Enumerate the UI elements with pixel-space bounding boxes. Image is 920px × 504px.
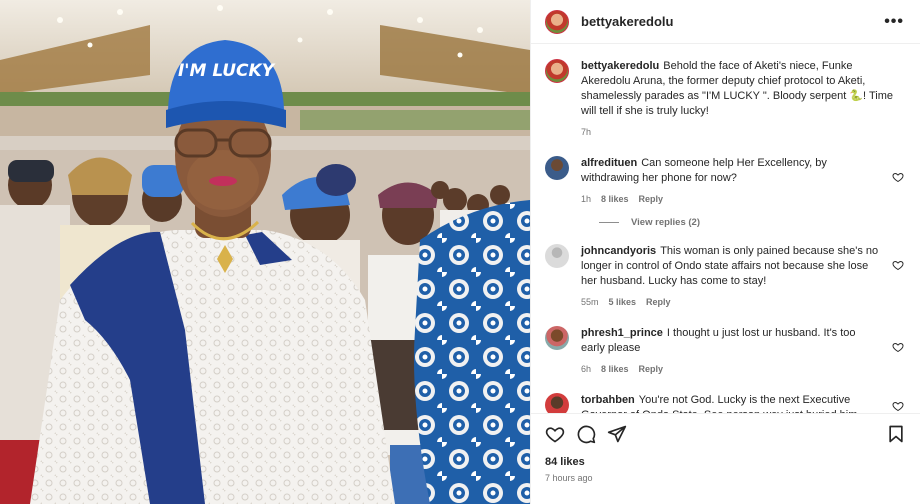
comments-list[interactable]: bettyakeredolu Behold the face of Aketi's… bbox=[531, 45, 920, 413]
post-photo-illustration: I'M LUCKY bbox=[0, 0, 530, 504]
comment-time: 55m bbox=[581, 297, 599, 307]
comment-like-heart-icon[interactable] bbox=[892, 399, 904, 412]
comment-item: torbahben You're not God. Lucky is the ne… bbox=[545, 393, 904, 413]
comment-icon[interactable] bbox=[576, 424, 596, 444]
bookmark-icon[interactable] bbox=[886, 424, 906, 444]
author-username[interactable]: bettyakeredolu bbox=[581, 14, 884, 29]
comment-avatar[interactable] bbox=[545, 244, 569, 268]
caption-username[interactable]: bettyakeredolu bbox=[581, 60, 659, 72]
comment-item: alfredituen Can someone help Her Excellen… bbox=[545, 156, 904, 207]
caption-time: 7h bbox=[581, 127, 592, 137]
view-replies-label: View replies (2) bbox=[631, 217, 700, 228]
comment-like-heart-icon[interactable] bbox=[892, 258, 904, 271]
comment-likes[interactable]: 8 likes bbox=[601, 192, 629, 207]
comment-username[interactable]: johncandyoris bbox=[581, 245, 656, 257]
post-actions: 84 likes 7 hours ago bbox=[531, 413, 920, 504]
comment-likes[interactable]: 5 likes bbox=[609, 295, 637, 310]
reply-button[interactable]: Reply bbox=[639, 192, 664, 207]
comment-like-heart-icon[interactable] bbox=[892, 340, 904, 353]
comment-time: 1h bbox=[581, 194, 592, 204]
comment-username[interactable]: alfredituen bbox=[581, 157, 637, 169]
reply-button[interactable]: Reply bbox=[646, 295, 671, 310]
comment-avatar[interactable] bbox=[545, 156, 569, 180]
comment-item: phresh1_prince I thought u just lost ur h… bbox=[545, 326, 904, 377]
post-photo: I'M LUCKY bbox=[0, 0, 530, 504]
comment-likes[interactable]: 8 likes bbox=[601, 362, 629, 377]
post-details-panel: bettyakeredolu ••• bettyakeredolu Behold … bbox=[530, 0, 920, 504]
comment-time: 6h bbox=[581, 364, 592, 374]
more-options-icon[interactable]: ••• bbox=[884, 13, 904, 30]
comment-username[interactable]: torbahben bbox=[581, 394, 635, 406]
comment-like-heart-icon[interactable] bbox=[892, 170, 904, 183]
heart-icon[interactable] bbox=[545, 424, 565, 444]
view-replies-line bbox=[599, 222, 619, 223]
view-replies-button[interactable]: View replies (2) bbox=[599, 217, 904, 228]
caption-avatar[interactable] bbox=[545, 59, 569, 83]
post-timestamp: 7 hours ago bbox=[545, 473, 593, 483]
author-avatar[interactable] bbox=[545, 9, 569, 34]
comment-avatar[interactable] bbox=[545, 326, 569, 350]
caption: bettyakeredolu Behold the face of Aketi's… bbox=[545, 59, 904, 140]
share-icon[interactable] bbox=[607, 424, 627, 444]
post-header: bettyakeredolu ••• bbox=[531, 0, 920, 44]
comment-item: johncandyoris This woman is only pained b… bbox=[545, 244, 904, 310]
comment-avatar[interactable] bbox=[545, 393, 569, 413]
comment-username[interactable]: phresh1_prince bbox=[581, 327, 663, 339]
likes-count[interactable]: 84 likes bbox=[545, 456, 906, 468]
cap-text: I'M LUCKY bbox=[178, 61, 276, 81]
reply-button[interactable]: Reply bbox=[639, 362, 664, 377]
